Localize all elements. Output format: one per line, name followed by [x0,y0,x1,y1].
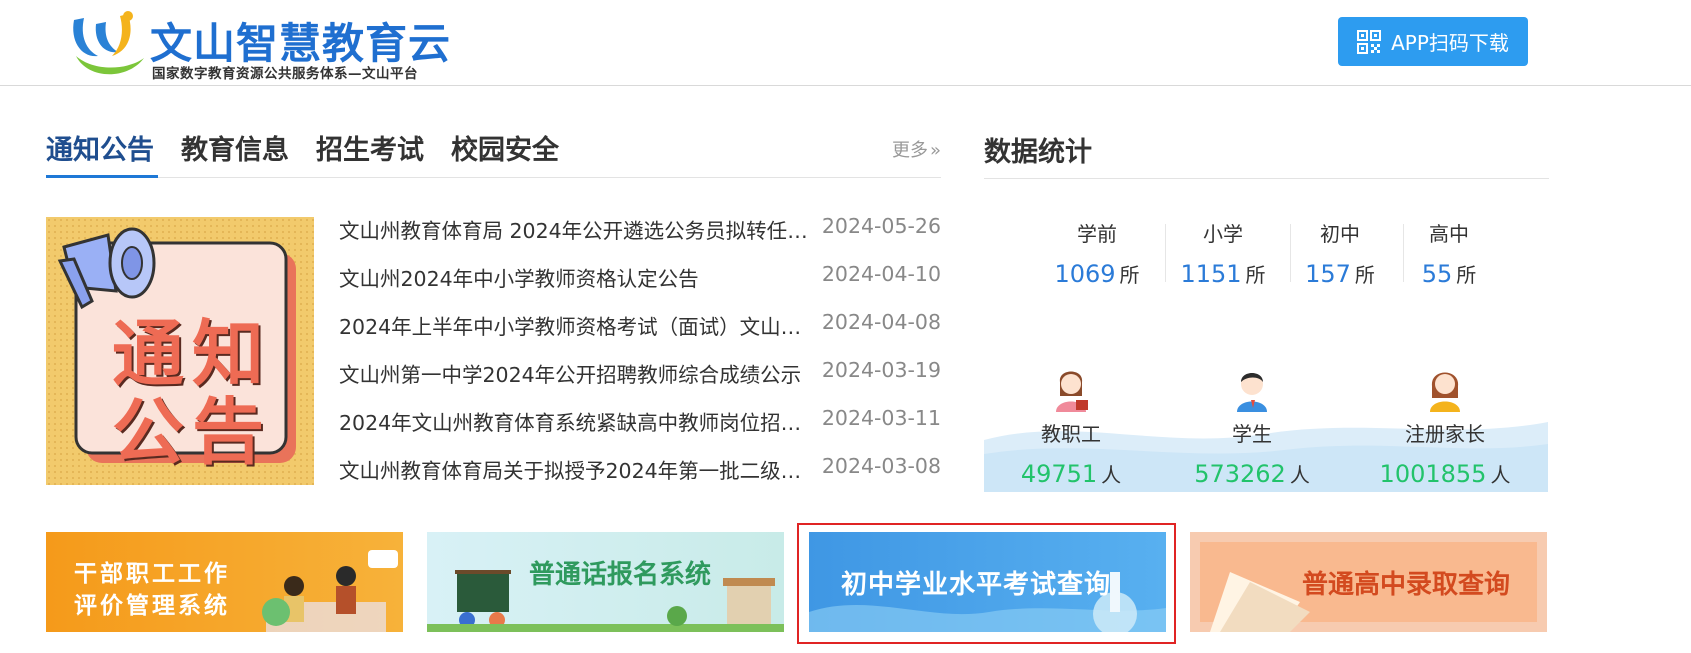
stat-value-line: 573262 人 [1162,459,1342,488]
stat-value-line: 55 所 [1389,259,1509,288]
stat-high-school: 高中 55 所 [1389,218,1509,288]
more-link[interactable]: 更多» [892,136,941,162]
news-date: 2024-03-19 [821,358,941,382]
stat-value: 1001855 [1379,460,1487,488]
tab-admission-exams[interactable]: 招生考试 [316,128,424,167]
news-title: 2024年文山州教育体育系统紧缺高中教师岗位招聘... [339,411,809,435]
stat-unit: 人 [1101,463,1122,487]
banner-title: 普通高中录取查询 [1302,570,1511,600]
banner-title: 普通话报名系统 [529,560,712,590]
news-date: 2024-03-08 [821,454,941,478]
tab-campus-safety[interactable]: 校园安全 [451,128,559,167]
news-title: 文山州第一中学2024年公开招聘教师综合成绩公示 [339,363,802,387]
tab-notices[interactable]: 通知公告 [46,128,154,167]
notice-illustration[interactable]: 通知 公告 [46,217,314,485]
banner-title-line2: 评价管理系统 [74,593,230,619]
news-item[interactable]: 2024年文山州教育体育系统紧缺高中教师岗位招聘... 2024-03-11 [339,406,941,436]
banner-mandarin-registration[interactable]: 普通话报名系统 [427,532,784,632]
app-download-button[interactable]: APP扫码下载 [1338,17,1528,66]
teacher-avatar-icon [1056,371,1088,412]
stat-unit: 所 [1245,263,1266,287]
stat-label: 学前 [1077,222,1117,246]
stat-primary: 小学 1151 所 [1163,218,1283,288]
stat-unit: 所 [1354,263,1375,287]
news-date: 2024-03-11 [821,406,941,430]
stat-unit: 所 [1456,263,1477,287]
stat-value: 573262 [1194,460,1286,488]
double-chevron-right-icon: » [929,140,941,161]
logo-mark-icon [73,11,144,75]
site-logo[interactable]: 文山智慧教育云 国家数字教育资源公共服务体系—文山平台 [68,6,450,82]
stats-divider [984,178,1549,179]
stat-preschool: 学前 1069 所 [1037,218,1157,288]
news-date: 2024-04-08 [821,310,941,334]
news-item[interactable]: 文山州教育体育局 2024年公开遴选公务员拟转任人... 2024-05-26 [339,214,941,244]
news-date: 2024-05-26 [821,214,941,238]
news-title: 2024年上半年中小学教师资格考试（面试）文山考... [339,315,809,339]
stat-students: 学生 573262 人 [1162,362,1342,488]
stat-label: 教职工 [1041,422,1101,446]
active-tab-indicator [46,175,158,178]
news-item[interactable]: 文山州教育体育局关于拟授予2024年第一批二级运... 2024-03-08 [339,454,941,484]
stat-value-line: 157 所 [1280,259,1400,288]
parent-avatar-icon [1430,372,1460,412]
stat-value: 1069 [1054,260,1116,288]
app-download-label: APP扫码下载 [1391,31,1509,55]
tab-education-info[interactable]: 教育信息 [181,128,289,167]
news-title: 文山州教育体育局关于拟授予2024年第一批二级运... [339,459,809,483]
stat-unit: 人 [1490,463,1511,487]
stat-label: 注册家长 [1405,422,1485,446]
news-item[interactable]: 2024年上半年中小学教师资格考试（面试）文山考... 2024-04-08 [339,310,941,340]
stat-unit: 所 [1119,263,1140,287]
stat-parents: 注册家长 1001855 人 [1355,362,1535,488]
news-item[interactable]: 文山州第一中学2024年公开招聘教师综合成绩公示 2024-03-19 [339,358,941,388]
site-header: 文山智慧教育云 国家数字教育资源公共服务体系—文山平台 APP扫码下载 [0,0,1691,86]
stat-label: 初中 [1320,222,1360,246]
qr-code-icon [1357,29,1382,54]
news-item[interactable]: 文山州2024年中小学教师资格认定公告 2024-04-10 [339,262,941,292]
stat-junior-high: 初中 157 所 [1280,218,1400,288]
news-title: 文山州2024年中小学教师资格认定公告 [339,267,699,291]
notice-text-line2: 公告 [112,390,273,474]
news-tabs: 通知公告 教育信息 招生考试 校园安全 更多» [46,124,941,178]
stat-unit: 人 [1289,463,1310,487]
stat-value: 49751 [1020,460,1098,488]
selection-highlight [797,523,1176,644]
banner-title-line1: 干部职工工作 [74,561,230,587]
stat-label: 学生 [1232,422,1272,446]
stat-value-line: 1151 所 [1163,259,1283,288]
banner-high-school-admission[interactable]: 普通高中录取查询 [1190,532,1547,632]
stat-value-line: 1069 所 [1037,259,1157,288]
news-date: 2024-04-10 [821,262,941,286]
stat-value: 157 [1305,260,1351,288]
stat-staff: 教职工 49751 人 [981,362,1161,488]
logo-subtitle: 国家数字教育资源公共服务体系—文山平台 [152,66,418,82]
stat-value-line: 1001855 人 [1355,459,1535,488]
stat-value: 55 [1421,260,1453,288]
stat-value-line: 49751 人 [981,459,1161,488]
stat-value: 1151 [1180,260,1242,288]
stat-label: 小学 [1203,222,1243,246]
more-label: 更多 [891,140,928,161]
news-title: 文山州教育体育局 2024年公开遴选公务员拟转任人... [339,219,809,243]
stat-label: 高中 [1429,222,1469,246]
stats-title: 数据统计 [984,137,1092,168]
student-avatar-icon [1237,373,1267,412]
banner-staff-evaluation[interactable]: 干部职工工作 评价管理系统 [46,532,403,632]
